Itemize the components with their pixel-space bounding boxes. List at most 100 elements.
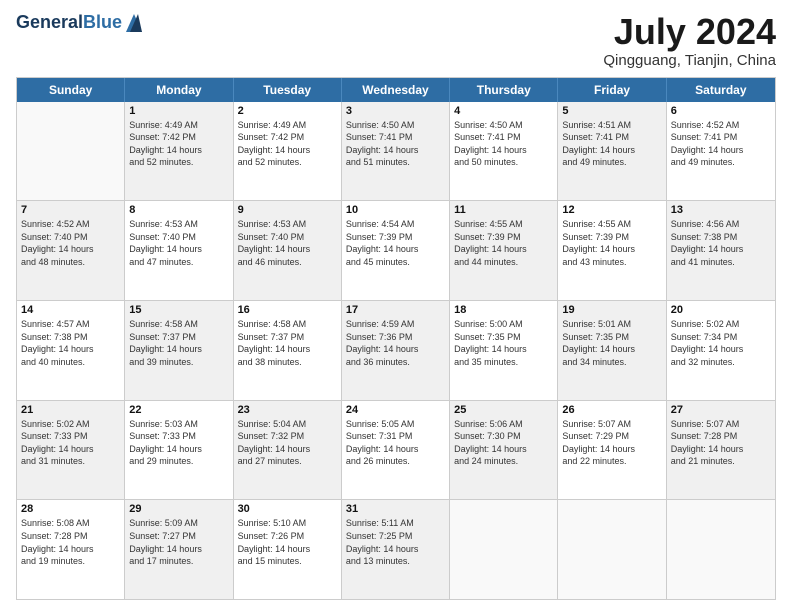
page: GeneralBlue July 2024 Qingguang, Tianjin…	[0, 0, 792, 612]
cell-detail: Sunrise: 4:49 AMSunset: 7:42 PMDaylight:…	[238, 119, 337, 169]
calendar-cell: 28Sunrise: 5:08 AMSunset: 7:28 PMDayligh…	[17, 500, 125, 599]
calendar-cell	[450, 500, 558, 599]
sunrise-text: Sunrise: 5:02 AM	[21, 419, 90, 429]
day-number: 23	[238, 404, 337, 416]
cell-detail: Sunrise: 5:09 AMSunset: 7:27 PMDaylight:…	[129, 517, 228, 567]
day-of-week-header: Monday	[125, 78, 233, 102]
sunrise-text: Sunrise: 4:49 AM	[129, 120, 198, 130]
day-number: 30	[238, 503, 337, 515]
daylight-text: Daylight: 14 hoursand 17 minutes.	[129, 544, 202, 567]
calendar-cell: 12Sunrise: 4:55 AMSunset: 7:39 PMDayligh…	[558, 201, 666, 300]
sunset-text: Sunset: 7:42 PM	[238, 132, 305, 142]
cell-detail: Sunrise: 4:49 AMSunset: 7:42 PMDaylight:…	[129, 119, 228, 169]
cell-detail: Sunrise: 4:50 AMSunset: 7:41 PMDaylight:…	[454, 119, 553, 169]
cell-detail: Sunrise: 4:53 AMSunset: 7:40 PMDaylight:…	[238, 218, 337, 268]
daylight-text: Daylight: 14 hoursand 32 minutes.	[671, 344, 744, 367]
sunrise-text: Sunrise: 5:01 AM	[562, 319, 631, 329]
sunset-text: Sunset: 7:35 PM	[562, 332, 629, 342]
sunrise-text: Sunrise: 5:08 AM	[21, 518, 90, 528]
calendar-cell: 4 Sunrise: 4:50 AMSunset: 7:41 PMDaylight…	[450, 102, 558, 201]
sunset-text: Sunset: 7:33 PM	[129, 431, 196, 441]
daylight-text: Daylight: 14 hoursand 24 minutes.	[454, 444, 527, 467]
sunset-text: Sunset: 7:41 PM	[346, 132, 413, 142]
sunrise-text: Sunrise: 4:52 AM	[671, 120, 740, 130]
sunrise-text: Sunrise: 4:57 AM	[21, 319, 90, 329]
calendar-cell: 7Sunrise: 4:52 AMSunset: 7:40 PMDaylight…	[17, 201, 125, 300]
calendar-cell: 8Sunrise: 4:53 AMSunset: 7:40 PMDaylight…	[125, 201, 233, 300]
sunset-text: Sunset: 7:38 PM	[21, 332, 88, 342]
day-number: 25	[454, 404, 553, 416]
daylight-text: Daylight: 14 hoursand 52 minutes.	[129, 145, 202, 168]
cell-detail: Sunrise: 4:53 AMSunset: 7:40 PMDaylight:…	[129, 218, 228, 268]
sunset-text: Sunset: 7:41 PM	[671, 132, 738, 142]
daylight-text: Daylight: 14 hoursand 44 minutes.	[454, 244, 527, 267]
sunset-text: Sunset: 7:40 PM	[21, 232, 88, 242]
calendar-cell: 10Sunrise: 4:54 AMSunset: 7:39 PMDayligh…	[342, 201, 450, 300]
day-number: 26	[562, 404, 661, 416]
calendar-row: 21 Sunrise: 5:02 AM Sunset: 7:33 PM Dayligh…	[17, 400, 775, 500]
calendar-cell: 11 Sunrise: 4:55 AM Sunset: 7:39 PM Dayligh…	[450, 201, 558, 300]
day-number: 4	[454, 105, 553, 117]
cell-detail: Sunrise: 5:05 AMSunset: 7:31 PMDaylight:…	[346, 418, 445, 468]
calendar-cell: 22Sunrise: 5:03 AMSunset: 7:33 PMDayligh…	[125, 401, 233, 500]
day-number: 21	[21, 404, 120, 416]
sunrise-text: Sunrise: 5:07 AM	[671, 419, 740, 429]
daylight-text: Daylight: 14 hoursand 47 minutes.	[129, 244, 202, 267]
cell-detail: Sunrise: 4:59 AMSunset: 7:36 PMDaylight:…	[346, 318, 445, 368]
calendar-cell: 27Sunrise: 5:07 AMSunset: 7:28 PMDayligh…	[667, 401, 775, 500]
calendar: SundayMondayTuesdayWednesdayThursdayFrid…	[16, 77, 776, 600]
cell-detail: Sunrise: 5:00 AMSunset: 7:35 PMDaylight:…	[454, 318, 553, 368]
sunrise-text: Sunrise: 4:58 AM	[129, 319, 198, 329]
day-number: 13	[671, 204, 771, 216]
cell-detail: Sunrise: 4:51 AMSunset: 7:41 PMDaylight:…	[562, 119, 661, 169]
day-number: 18	[454, 304, 553, 316]
day-number: 31	[346, 503, 445, 515]
sunrise-text: Sunrise: 5:11 AM	[346, 518, 414, 528]
calendar-cell: 2 Sunrise: 4:49 AMSunset: 7:42 PMDaylight…	[234, 102, 342, 201]
calendar-cell: 30Sunrise: 5:10 AMSunset: 7:26 PMDayligh…	[234, 500, 342, 599]
daylight-text: Daylight: 14 hoursand 38 minutes.	[238, 344, 311, 367]
cell-detail: Sunrise: 4:54 AMSunset: 7:39 PMDaylight:…	[346, 218, 445, 268]
sunset-text: Sunset: 7:41 PM	[562, 132, 629, 142]
calendar-cell: 24Sunrise: 5:05 AMSunset: 7:31 PMDayligh…	[342, 401, 450, 500]
sunset-text: Sunset: 7:37 PM	[238, 332, 305, 342]
calendar-cell: 9 Sunrise: 4:53 AMSunset: 7:40 PMDaylight…	[234, 201, 342, 300]
daylight-text: Daylight: 14 hoursand 13 minutes.	[346, 544, 419, 567]
sunrise-text: Sunrise: 4:55 AM	[454, 219, 523, 229]
sunrise-text: Sunrise: 5:00 AM	[454, 319, 523, 329]
calendar-cell: 15Sunrise: 4:58 AMSunset: 7:37 PMDayligh…	[125, 301, 233, 400]
sunset-text: Sunset: 7:41 PM	[454, 132, 521, 142]
calendar-cell	[17, 102, 125, 201]
day-number: 12	[562, 204, 661, 216]
cell-detail: Sunrise: 4:50 AMSunset: 7:41 PMDaylight:…	[346, 119, 445, 169]
daylight-text: Daylight: 14 hoursand 22 minutes.	[562, 444, 635, 467]
title-block: July 2024 Qingguang, Tianjin, China	[603, 12, 776, 69]
daylight-text: Daylight: 14 hoursand 36 minutes.	[346, 344, 419, 367]
location: Qingguang, Tianjin, China	[603, 52, 776, 69]
daylight-text: Daylight: 14 hoursand 41 minutes.	[671, 244, 744, 267]
day-number: 29	[129, 503, 228, 515]
calendar-cell	[667, 500, 775, 599]
cell-detail: Sunrise: 4:56 AMSunset: 7:38 PMDaylight:…	[671, 218, 771, 268]
sunset-text: Sunset: 7:34 PM	[671, 332, 738, 342]
sunrise-text: Sunrise: 4:53 AM	[238, 219, 307, 229]
daylight-text: Daylight: 14 hoursand 43 minutes.	[562, 244, 635, 267]
day-number: 11	[454, 204, 553, 216]
daylight-text: Daylight: 14 hoursand 39 minutes.	[129, 344, 202, 367]
day-number: 1	[129, 105, 228, 117]
logo-blue: Blue	[83, 12, 122, 32]
day-number: 9	[238, 204, 337, 216]
sunset-text: Sunset: 7:30 PM	[454, 431, 521, 441]
calendar-cell: 13 Sunrise: 4:56 AMSunset: 7:38 PMDayligh…	[667, 201, 775, 300]
calendar-cell: 17Sunrise: 4:59 AMSunset: 7:36 PMDayligh…	[342, 301, 450, 400]
day-of-week-header: Wednesday	[342, 78, 450, 102]
day-number: 2	[238, 105, 337, 117]
sunrise-text: Sunrise: 5:10 AM	[238, 518, 307, 528]
sunrise-text: Sunrise: 4:58 AM	[238, 319, 307, 329]
cell-detail: Sunrise: 5:11 AMSunset: 7:25 PMDaylight:…	[346, 517, 445, 567]
sunset-text: Sunset: 7:39 PM	[454, 232, 521, 242]
day-number: 5	[562, 105, 661, 117]
sunset-text: Sunset: 7:28 PM	[671, 431, 738, 441]
sunset-text: Sunset: 7:36 PM	[346, 332, 413, 342]
sunrise-text: Sunrise: 5:04 AM	[238, 419, 307, 429]
